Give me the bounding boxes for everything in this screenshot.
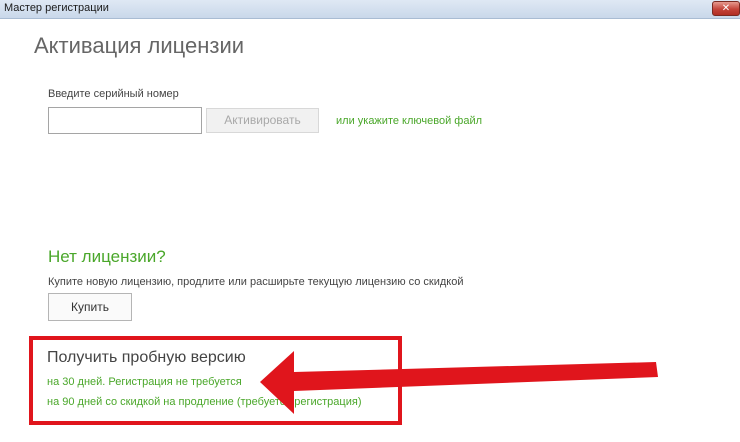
title-bar: Мастер регистрации ✕ (0, 0, 740, 19)
close-button[interactable]: ✕ (712, 1, 740, 16)
window-title: Мастер регистрации (4, 2, 109, 14)
serial-number-label: Введите серийный номер (48, 88, 179, 100)
no-license-heading: Нет лицензии? (48, 247, 166, 266)
key-file-link[interactable]: или укажите ключевой файл (336, 115, 482, 127)
registration-wizard-window: Мастер регистрации ✕ Активация лицензии … (0, 0, 740, 442)
buy-button[interactable]: Купить (48, 293, 132, 321)
trial-30-days-link[interactable]: на 30 дней. Регистрация не требуется (47, 376, 242, 388)
serial-number-input[interactable] (48, 107, 202, 134)
trial-heading: Получить пробную версию (47, 349, 246, 366)
activate-button[interactable]: Активировать (206, 108, 319, 133)
close-icon: ✕ (721, 3, 731, 14)
no-license-description: Купите новую лицензию, продлите или расш… (48, 276, 464, 288)
trial-90-days-link[interactable]: на 90 дней со скидкой на продление (треб… (47, 396, 361, 408)
page-title: Активация лицензии (34, 33, 245, 58)
